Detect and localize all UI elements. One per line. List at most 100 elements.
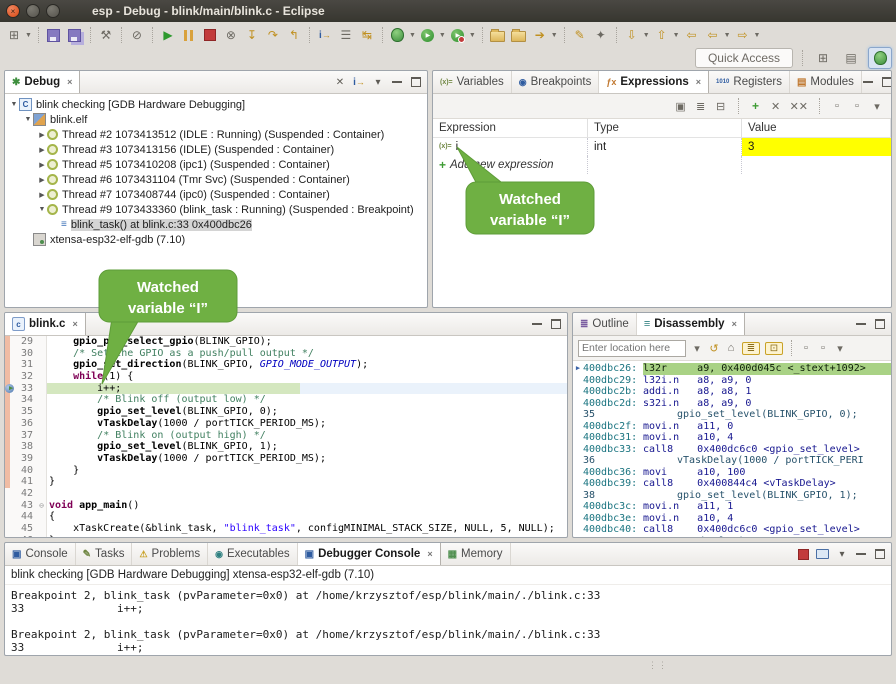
maximize-view-icon[interactable] [874,549,886,559]
debug-tree-item[interactable]: ▼Thread #9 1073433360 (blink_task : Runn… [5,202,427,217]
previous-annotation-dropdown-icon[interactable]: ▼ [673,32,680,39]
disassembly-line[interactable]: 400dbc33:call8 0x400dc6c0 <gpio_set_leve… [573,444,891,456]
profile-dropdown-icon[interactable]: ▼ [469,32,476,39]
code-line[interactable]: 42 [5,488,567,500]
disconnect-button[interactable]: ⊗ [222,25,240,45]
disassembly-line[interactable]: 400dbc31:movi.n a10, 4 [573,432,891,444]
disassembly-line[interactable]: 400dbc2f:movi.n a11, 0 [573,421,891,433]
debug-tree-item[interactable]: ▶Thread #7 1073408744 (ipc0) (Suspended … [5,187,427,202]
disassembly-line[interactable]: 400dbc29:l32i.n a8, a9, 0 [573,375,891,387]
disassembly-source-line[interactable]: 36vTaskDelay(1000 / portTICK_PERI [573,455,891,467]
tab-registers[interactable]: 1010Registers [709,71,790,93]
close-tab-icon[interactable]: × [67,77,72,87]
quick-access-button[interactable]: Quick Access [695,48,793,68]
debug-tree-item[interactable]: ▶Thread #2 1073413512 (IDLE : Running) (… [5,127,427,142]
forward-dropdown-icon[interactable]: ▼ [754,32,761,39]
add-expression-icon[interactable]: + [750,99,762,113]
view-menu-icon[interactable]: ▾ [871,100,883,113]
last-edit-location-button[interactable]: ⇦ [683,25,701,45]
debug-dropdown-icon[interactable]: ▼ [409,32,416,39]
external-tools-button[interactable]: ➔ [531,25,549,45]
next-annotation-dropdown-icon[interactable]: ▼ [643,32,650,39]
close-tab-icon[interactable]: × [732,319,737,329]
debug-tree-item[interactable]: ▶Thread #6 1073431104 (Tmr Svc) (Suspend… [5,172,427,187]
tab-breakpoints[interactable]: ◉Breakpoints [512,71,600,93]
tab-executables[interactable]: ◉Executables [208,543,298,565]
close-tab-icon[interactable]: × [72,319,77,329]
column-header-expression[interactable]: Expression [433,119,588,137]
resume-button[interactable]: ▶ [159,25,177,45]
window-close-button[interactable]: × [6,4,20,18]
collapse-all-icon[interactable]: ⊟ [715,100,727,113]
code-line[interactable]: 32 while(1) { [5,371,567,383]
debug-tree-item[interactable]: ▼blink.elf [5,112,427,127]
debug-perspective-button[interactable] [868,47,892,69]
location-input[interactable] [578,340,686,357]
open-project-button[interactable] [510,25,528,45]
show-source-toggle-icon[interactable]: ≣ [742,342,760,355]
run-button[interactable]: ▶ [419,25,437,45]
view-menu-icon[interactable]: ▾ [834,342,846,355]
minimize-view-icon[interactable] [391,79,403,86]
tree-expander-icon[interactable]: ▼ [9,101,19,108]
pin-view-icon[interactable]: ▫ [851,100,863,112]
new-wizard-dropdown-icon[interactable]: ▼ [25,32,32,39]
open-perspective-button[interactable]: ⊞ [812,48,834,68]
debug-tree-item[interactable]: ▶Thread #3 1073413156 (IDLE) (Suspended … [5,142,427,157]
instruction-stepping-mode-icon[interactable]: i→ [353,77,365,88]
display-selected-console-icon[interactable] [816,549,829,559]
code-line[interactable]: ▶33 i++; [5,383,567,395]
tab-blink-c[interactable]: cblink.c× [5,313,86,335]
tab-tasks[interactable]: ✎Tasks [76,543,133,565]
minimize-view-icon[interactable] [855,321,867,328]
save-all-button[interactable] [66,25,84,45]
new-view-icon[interactable]: ▫ [800,342,812,354]
tree-expander-icon[interactable]: ▶ [37,131,47,139]
tab-problems[interactable]: ⚠Problems [132,543,208,565]
external-tools-dropdown-icon[interactable]: ▼ [551,32,558,39]
use-step-filters-button[interactable]: ↹ [358,25,376,45]
expression-row[interactable]: (x)=iint3 [433,138,891,156]
new-wizard-button[interactable]: ⊞ [5,25,23,45]
step-into-button[interactable]: ↧ [243,25,261,45]
disassembly-line[interactable]: ▶400dbc26:l32r a9, 0x400d045c <_stext+10… [573,363,891,375]
debug-tree-item[interactable]: xtensa-esp32-elf-gdb (7.10) [5,232,427,247]
disassembly-line[interactable]: 400dbc40:call8 0x400dc6c0 <gpio_set_leve… [573,524,891,536]
terminate-console-icon[interactable] [797,549,809,560]
open-element-button[interactable]: ✦ [592,25,610,45]
new-view-icon[interactable]: ▫ [831,100,843,112]
search-button[interactable]: ✎ [571,25,589,45]
window-maximize-button[interactable] [46,4,60,18]
disassembly-line[interactable]: 400dbc3c:movi.n a11, 1 [573,501,891,513]
minimize-view-icon[interactable] [862,79,874,86]
tab-variables[interactable]: (x)=Variables [433,71,512,93]
minimize-view-icon[interactable] [531,321,543,328]
back-button[interactable]: ⇦ [704,25,722,45]
step-return-button[interactable]: ↰ [285,25,303,45]
suspend-button[interactable] [180,25,198,45]
disassembly-line[interactable]: 400dbc36:movi a10, 100 [573,467,891,479]
code-line[interactable]: 36 vTaskDelay(1000 / portTICK_PERIOD_MS)… [5,418,567,430]
tab-expressions[interactable]: ƒxExpressions× [599,71,709,93]
console-dropdown-icon[interactable]: ▾ [836,549,848,560]
tab-disassembly[interactable]: ≡Disassembly× [637,313,745,335]
location-dropdown-icon[interactable]: ▾ [691,342,703,355]
tree-expander-icon[interactable]: ▼ [23,116,33,123]
code-line[interactable]: 46} [5,535,567,538]
pin-view-icon[interactable]: ▫ [817,342,829,354]
tree-expander-icon[interactable]: ▶ [37,191,47,199]
disassembly-source-line[interactable]: 38gpio_set_level(BLINK_GPIO, 1); [573,490,891,502]
forward-button[interactable]: ⇨ [734,25,752,45]
save-button[interactable] [45,25,63,45]
fold-collapse-icon[interactable]: ⊖ [36,500,47,512]
next-annotation-button[interactable]: ⇩ [623,25,641,45]
remove-all-expressions-icon[interactable]: ✕✕ [790,100,808,113]
tree-expander-icon[interactable]: ▼ [37,206,47,213]
maximize-view-icon[interactable] [874,319,886,329]
tab-debugger-console[interactable]: ▣Debugger Console× [298,543,441,565]
maximize-view-icon[interactable] [410,77,422,87]
open-snippet-button[interactable] [489,25,507,45]
view-menu-icon[interactable]: ▾ [372,77,384,88]
code-line[interactable]: 38 gpio_set_level(BLINK_GPIO, 1); [5,441,567,453]
debug-tree-item[interactable]: ≡blink_task() at blink.c:33 0x400dbc26 [5,217,427,232]
